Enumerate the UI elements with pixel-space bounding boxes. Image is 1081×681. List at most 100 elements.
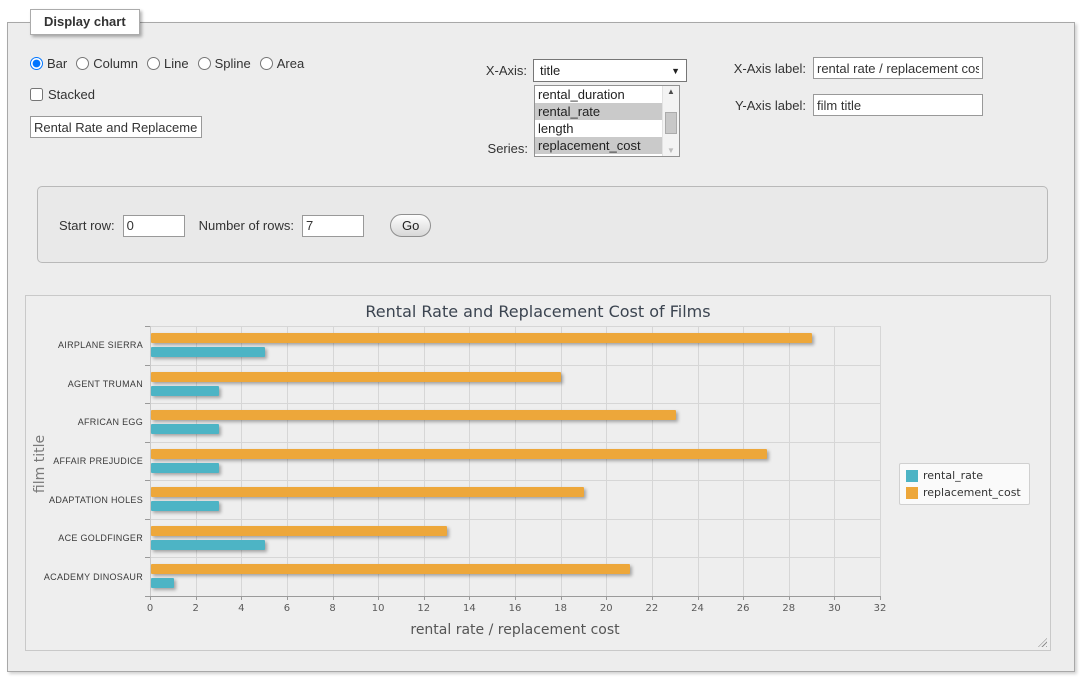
x-tick — [515, 596, 516, 600]
x-tick — [287, 596, 288, 600]
number-of-rows-label: Number of rows: — [199, 218, 294, 233]
chart-type-radio-column[interactable] — [76, 57, 89, 70]
chart-title-input[interactable] — [30, 116, 202, 138]
category-label: AIRPLANE SIERRA — [26, 339, 143, 351]
number-of-rows-input[interactable] — [302, 215, 364, 237]
gridline — [789, 326, 790, 596]
y-tick — [145, 519, 150, 520]
legend-swatch-replacement_cost — [906, 487, 918, 499]
x-tick-label: 22 — [646, 603, 659, 614]
y-tick — [145, 596, 150, 597]
x-tick — [743, 596, 744, 600]
go-button[interactable]: Go — [390, 214, 431, 237]
chart-type-option-line: Line — [147, 56, 189, 71]
chart-type-option-column: Column — [76, 56, 138, 71]
legend-item-rental_rate[interactable]: rental_rate — [906, 469, 1021, 482]
stacked-label: Stacked — [48, 87, 95, 102]
legend-item-replacement_cost[interactable]: replacement_cost — [906, 486, 1021, 499]
x-tick-label: 6 — [284, 603, 290, 614]
chart-type-radio-area[interactable] — [260, 57, 273, 70]
chart-legend: rental_rate replacement_cost — [899, 463, 1030, 505]
gridline — [287, 326, 288, 596]
y-tick — [145, 326, 150, 327]
x-tick — [880, 596, 881, 600]
x-axis-selected-value: title — [540, 63, 560, 78]
bar-replacement_cost[interactable] — [151, 333, 812, 343]
gridline — [834, 326, 835, 596]
x-axis-label-label: X-Axis label: — [708, 61, 806, 76]
y-tick — [145, 557, 150, 558]
gridline — [333, 326, 334, 596]
y-axis-label-label: Y-Axis label: — [708, 98, 806, 113]
x-axis-select[interactable]: title ▼ — [533, 59, 687, 82]
y-tick — [145, 365, 150, 366]
category-label: AFRICAN EGG — [26, 416, 143, 428]
category-label: ACADEMY DINOSAUR — [26, 571, 143, 583]
x-tick — [561, 596, 562, 600]
x-tick-label: 12 — [417, 603, 430, 614]
x-axis-label-input[interactable] — [813, 57, 983, 79]
x-tick-label: 16 — [509, 603, 522, 614]
display-chart-fieldset: Display chart BarColumnLineSplineArea St… — [7, 22, 1075, 672]
gridline — [469, 326, 470, 596]
scroll-down-icon[interactable]: ▼ — [663, 146, 679, 155]
category-label: ADAPTATION HOLES — [26, 494, 143, 506]
gridline — [652, 326, 653, 596]
x-tick — [241, 596, 242, 600]
category-label: ACE GOLDFINGER — [26, 532, 143, 544]
legend-label: rental_rate — [923, 469, 983, 482]
gridline — [698, 326, 699, 596]
bar-rental_rate[interactable] — [151, 424, 219, 434]
start-row-label: Start row: — [59, 218, 115, 233]
x-axis-label-row: X-Axis label: — [708, 57, 983, 79]
chart-type-label: Column — [93, 56, 138, 71]
gridline — [424, 326, 425, 596]
bar-rental_rate[interactable] — [151, 463, 219, 473]
bar-rental_rate[interactable] — [151, 501, 219, 511]
legend-swatch-rental_rate — [906, 470, 918, 482]
bar-rental_rate[interactable] — [151, 386, 219, 396]
bar-replacement_cost[interactable] — [151, 449, 767, 459]
x-tick — [150, 596, 151, 600]
scroll-up-icon[interactable]: ▲ — [663, 87, 679, 96]
gridline — [241, 326, 242, 596]
stacked-checkbox[interactable] — [30, 88, 43, 101]
x-tick — [333, 596, 334, 600]
chart-type-radio-spline[interactable] — [198, 57, 211, 70]
chart-title: Rental Rate and Replacement Cost of Film… — [26, 302, 1050, 321]
series-option-length[interactable]: length — [535, 120, 663, 137]
bar-replacement_cost[interactable] — [151, 372, 561, 382]
series-option-rental_duration[interactable]: rental_duration — [535, 86, 663, 103]
chart-type-option-area: Area — [260, 56, 304, 71]
chart-type-option-bar: Bar — [30, 56, 67, 71]
bar-rental_rate[interactable] — [151, 347, 265, 357]
chart-type-radio-line[interactable] — [147, 57, 160, 70]
y-axis-label-input[interactable] — [813, 94, 983, 116]
bar-rental_rate[interactable] — [151, 540, 265, 550]
bar-replacement_cost[interactable] — [151, 487, 584, 497]
series-scrollbar[interactable]: ▲ ▼ — [662, 86, 679, 156]
resize-grip-icon[interactable] — [1038, 638, 1047, 647]
series-option-rental_rate[interactable]: rental_rate — [535, 103, 663, 120]
start-row-input[interactable] — [123, 215, 185, 237]
bar-replacement_cost[interactable] — [151, 564, 630, 574]
scrollbar-thumb[interactable] — [665, 112, 677, 134]
y-tick — [145, 442, 150, 443]
gridline — [515, 326, 516, 596]
gridline — [150, 442, 880, 443]
bar-rental_rate[interactable] — [151, 578, 174, 588]
x-tick — [789, 596, 790, 600]
x-tick — [424, 596, 425, 600]
bar-replacement_cost[interactable] — [151, 410, 676, 420]
chart-type-radio-group: Bar Column Line Spline Area — [30, 56, 304, 71]
gridline — [150, 519, 880, 520]
series-option-replacement_cost[interactable]: replacement_cost — [535, 137, 663, 154]
chart-type-radio-bar[interactable] — [30, 57, 43, 70]
bar-replacement_cost[interactable] — [151, 526, 447, 536]
x-tick — [834, 596, 835, 600]
gridline — [196, 326, 197, 596]
x-tick-label: 20 — [600, 603, 613, 614]
series-listbox[interactable]: rental_durationrental_ratelengthreplacem… — [534, 85, 680, 157]
chart-type-label: Spline — [215, 56, 251, 71]
gridline — [880, 326, 881, 596]
